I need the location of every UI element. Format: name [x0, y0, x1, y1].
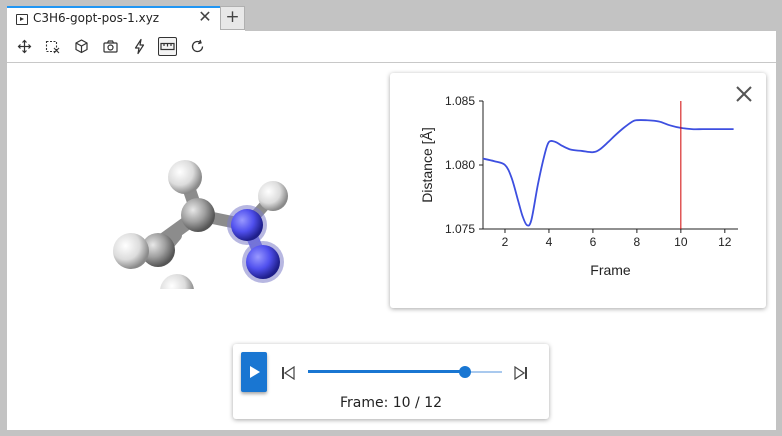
y-tick-label: 1.075 [445, 222, 475, 236]
tab-file[interactable]: C3H6-gopt-pos-1.xyz ✕ [7, 6, 245, 31]
tab-close-icon[interactable]: ✕ [197, 8, 213, 26]
viewer-panel: 1.075 1.080 1.085 2 4 6 8 10 12 Frame Distance [Å]… [7, 31, 776, 430]
frame-player: Frame: 10 / 12 [233, 344, 549, 419]
frame-slider[interactable] [308, 366, 502, 378]
skip-to-end-icon[interactable] [514, 365, 528, 384]
x-tick-label: 8 [634, 235, 641, 249]
add-tab-button[interactable]: + [220, 6, 245, 30]
viewer-icon [16, 14, 28, 25]
move-arrows-icon[interactable] [15, 37, 34, 56]
slider-thumb[interactable] [459, 366, 472, 378]
distance-plot-card: 1.075 1.080 1.085 2 4 6 8 10 12 Frame Distance [Å] [390, 73, 766, 308]
play-button[interactable] [241, 352, 267, 392]
skip-to-start-icon[interactable] [281, 365, 295, 384]
distance-series-line [482, 119, 734, 227]
viewer-toolbar [7, 31, 776, 63]
x-axis-label: Frame [590, 262, 631, 278]
tab-title: C3H6-gopt-pos-1.xyz [33, 11, 160, 25]
ruler-icon[interactable] [158, 37, 177, 56]
x-tick-label: 4 [546, 235, 553, 249]
x-tick-label: 2 [502, 235, 509, 249]
refresh-icon[interactable] [188, 37, 207, 56]
box-select-icon[interactable] [43, 37, 62, 56]
molecule-view[interactable] [97, 119, 297, 308]
lightning-icon[interactable] [130, 37, 149, 56]
distance-chart: 1.075 1.080 1.085 2 4 6 8 10 12 Frame Distance [Å] [419, 94, 738, 278]
frame-counter: Frame: 10 / 12 [339, 395, 443, 411]
y-axis-label: Distance [Å] [419, 127, 435, 202]
y-tick-label: 1.085 [445, 94, 475, 108]
x-tick-label: 6 [590, 235, 597, 249]
tab-bar: C3H6-gopt-pos-1.xyz ✕ + [0, 0, 782, 31]
x-tick-label: 12 [718, 235, 732, 249]
close-plot-icon[interactable] [735, 85, 753, 103]
cube-icon[interactable] [72, 37, 91, 56]
y-tick-label: 1.080 [445, 158, 475, 172]
x-tick-label: 10 [674, 235, 688, 249]
slider-fill [308, 370, 466, 373]
camera-icon[interactable] [101, 37, 120, 56]
